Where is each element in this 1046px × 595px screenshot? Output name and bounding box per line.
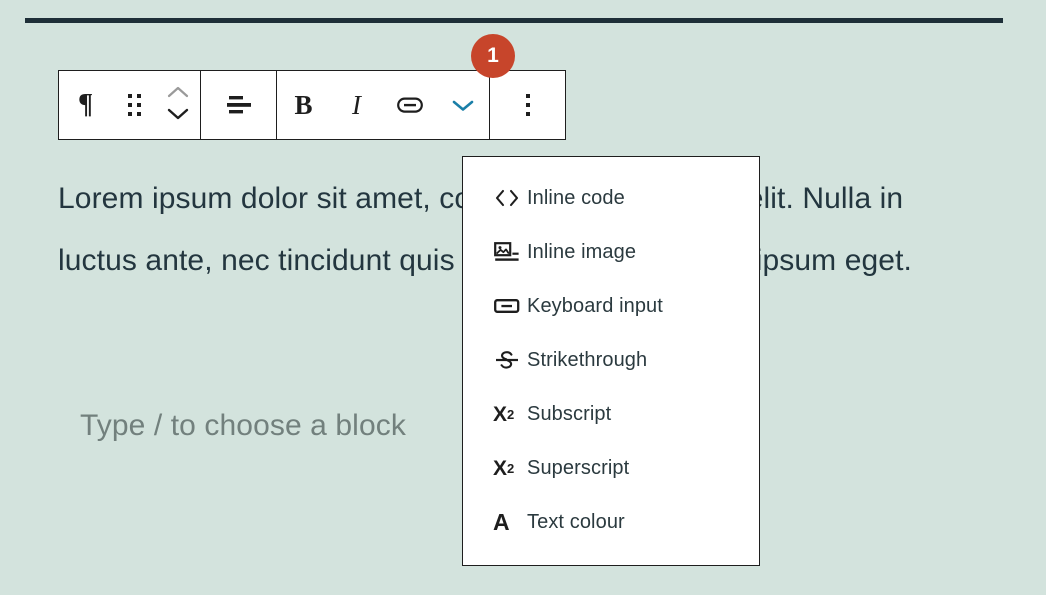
chevron-down-icon	[451, 97, 475, 113]
step-badge-1: 1	[471, 34, 515, 78]
code-brackets-icon	[493, 187, 527, 209]
drag-handle-icon	[128, 94, 141, 116]
menu-item-label: Strikethrough	[527, 349, 647, 372]
menu-item-label: Subscript	[527, 403, 611, 426]
menu-item-strikethrough[interactable]: Strikethrough	[463, 333, 759, 387]
text-colour-icon: A	[493, 511, 527, 534]
toolbar-group-alignment	[201, 71, 277, 139]
menu-item-superscript[interactable]: X2 Superscript	[463, 441, 759, 495]
block-toolbar: ¶	[58, 70, 566, 140]
strikethrough-icon	[493, 348, 527, 372]
menu-item-label: Inline code	[527, 187, 625, 210]
block-options-button[interactable]	[490, 71, 565, 139]
menu-item-label: Text colour	[527, 511, 625, 534]
align-text-button[interactable]	[201, 71, 276, 139]
kebab-menu-icon	[526, 94, 530, 116]
block-mover-control[interactable]	[156, 71, 200, 139]
menu-item-inline-image[interactable]: Inline image	[463, 225, 759, 279]
menu-item-keyboard-input[interactable]: Keyboard input	[463, 279, 759, 333]
menu-item-subscript[interactable]: X2 Subscript	[463, 387, 759, 441]
menu-item-label: Inline image	[527, 241, 636, 264]
menu-item-label: Keyboard input	[527, 295, 663, 318]
paragraph-icon: ¶	[78, 91, 93, 119]
chevron-up-icon[interactable]	[167, 85, 189, 103]
bold-icon: B	[294, 92, 312, 119]
superscript-icon: X2	[493, 458, 527, 479]
chevron-down-icon-mover[interactable]	[167, 107, 189, 125]
toolbar-group-inline-formatting: B I	[277, 71, 490, 139]
menu-item-label: Superscript	[527, 457, 629, 480]
bold-button[interactable]: B	[277, 71, 330, 139]
more-rich-text-controls-button[interactable]	[436, 71, 489, 139]
menu-item-inline-code[interactable]: Inline code	[463, 171, 759, 225]
link-icon	[395, 94, 425, 116]
link-button[interactable]	[383, 71, 436, 139]
more-rich-text-controls-menu: Inline code Inline image Keyboard input	[462, 156, 760, 566]
menu-item-text-colour[interactable]: A Text colour	[463, 495, 759, 549]
italic-icon: I	[352, 92, 361, 119]
toolbar-group-block-options	[490, 71, 565, 139]
subscript-icon: X2	[493, 404, 527, 425]
align-left-icon	[224, 92, 254, 118]
keyboard-input-icon	[493, 295, 527, 317]
drag-handle-button[interactable]	[112, 71, 156, 139]
italic-button[interactable]: I	[330, 71, 383, 139]
toolbar-group-block-controls: ¶	[59, 71, 201, 139]
paragraph-block-type-button[interactable]: ¶	[59, 71, 112, 139]
inline-image-icon	[493, 240, 527, 264]
